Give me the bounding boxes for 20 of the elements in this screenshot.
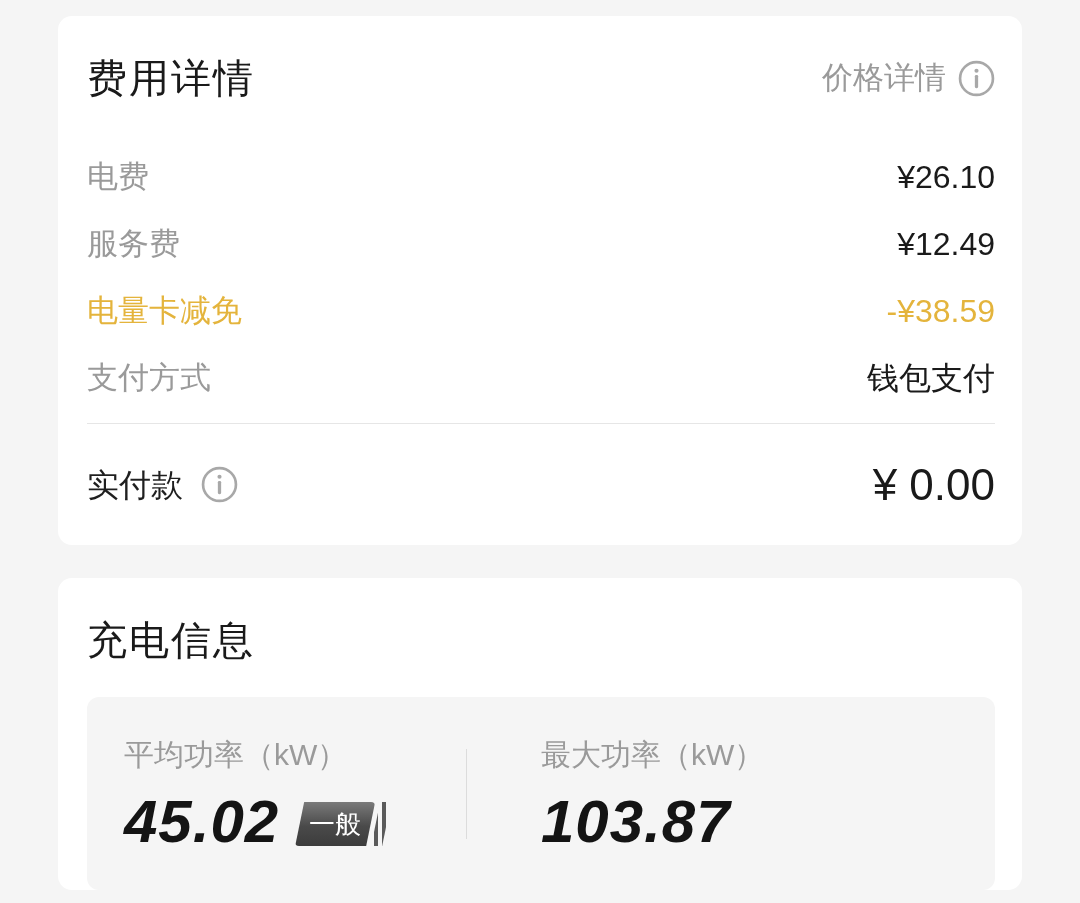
- total-value: ¥ 0.00: [872, 458, 995, 511]
- fee-label: 服务费: [87, 224, 180, 263]
- price-details-link[interactable]: 价格详情: [822, 58, 995, 98]
- stat-label: 平均功率（kW）: [124, 737, 348, 773]
- fee-value: -¥38.59: [886, 291, 995, 331]
- info-icon[interactable]: [201, 466, 238, 503]
- section-title: 费用详情: [87, 55, 255, 102]
- stat-label: 最大功率（kW）: [541, 737, 765, 773]
- section-title: 充电信息: [87, 617, 255, 664]
- fee-label: 支付方式: [87, 358, 211, 397]
- fee-value: ¥12.49: [897, 224, 995, 264]
- stat-value: 103.87: [541, 792, 731, 852]
- fee-label: 电量卡减免: [87, 291, 242, 330]
- rating-badge: 一般: [295, 802, 392, 846]
- fee-value: 钱包支付: [867, 358, 995, 398]
- total-label: 实付款: [87, 465, 183, 505]
- stat-value: 45.02: [124, 792, 280, 852]
- info-icon[interactable]: [958, 59, 995, 97]
- fee-value: ¥26.10: [897, 157, 995, 197]
- fee-label: 电费: [87, 157, 149, 196]
